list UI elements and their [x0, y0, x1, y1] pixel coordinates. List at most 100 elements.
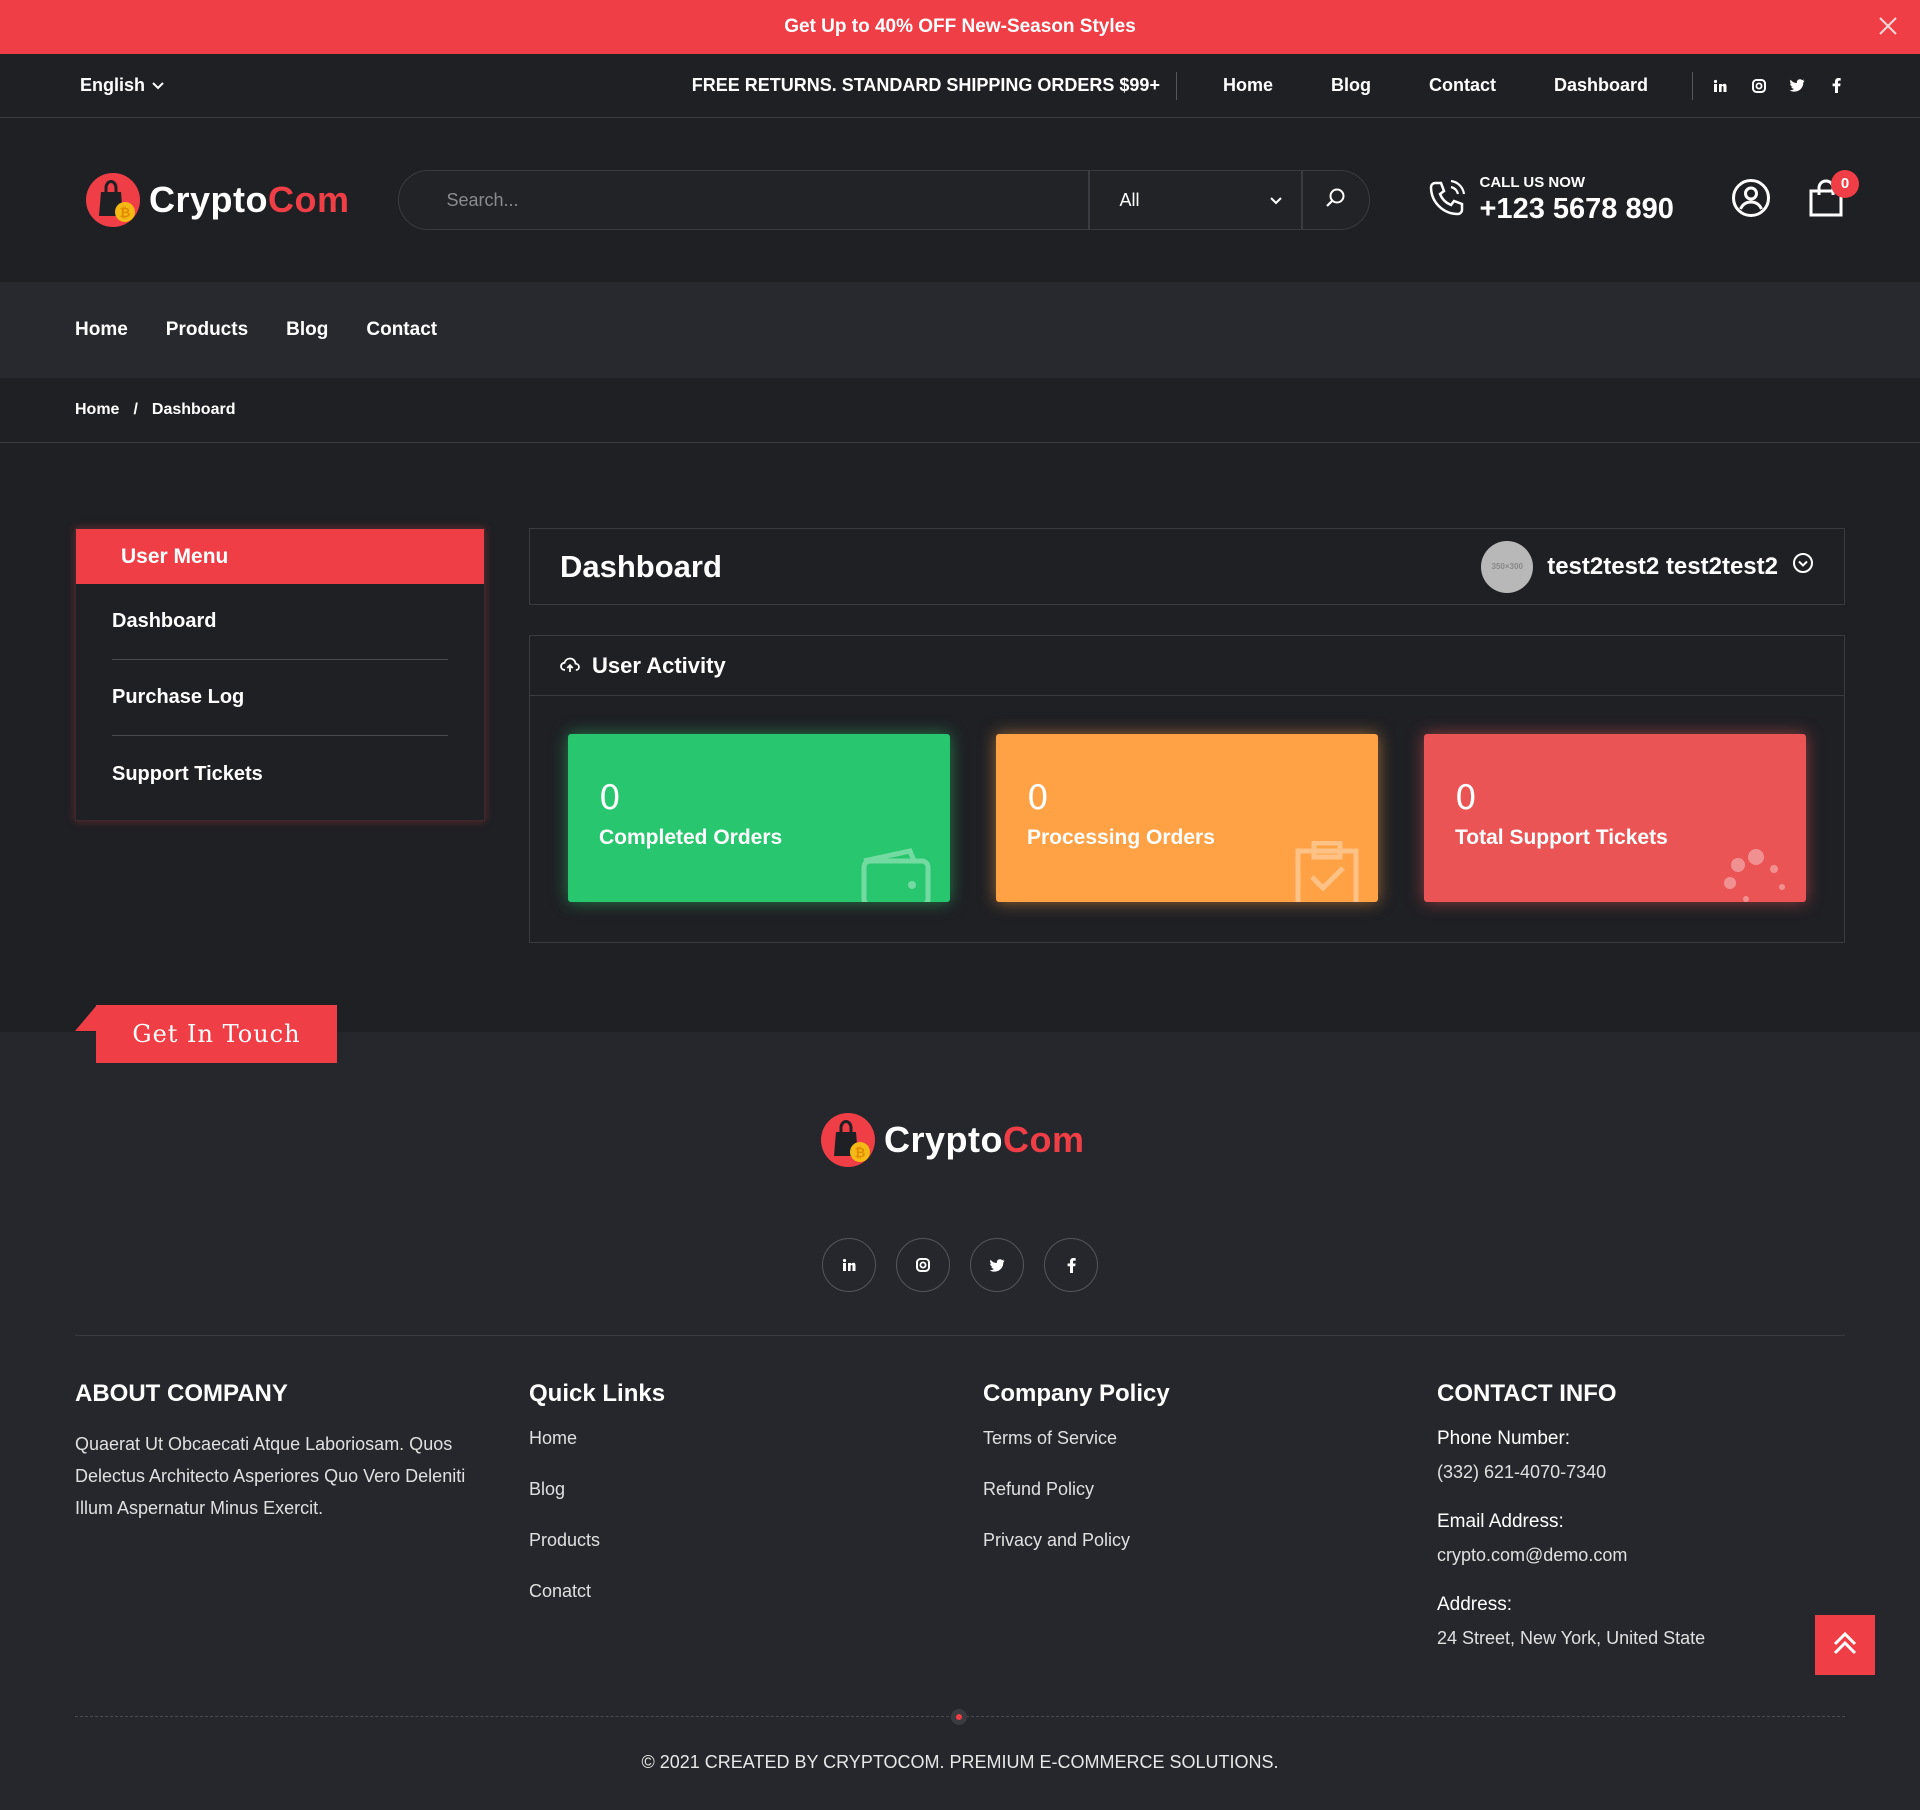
top-nav-dashboard[interactable]: Dashboard	[1554, 75, 1648, 96]
promo-bar: Get Up to 40% OFF New-Season Styles	[0, 0, 1920, 54]
user-profile-dropdown[interactable]: 350×300 test2test2 test2test2	[1481, 540, 1814, 593]
user-activity-header: User Activity	[530, 636, 1844, 696]
contact-info-title: CONTACT INFO	[1437, 1380, 1617, 1407]
footer-logo[interactable]: ₿ CryptoCom	[820, 1112, 1085, 1168]
site-header: ₿ CryptoCom Search... All CALL US NOW +1…	[0, 118, 1920, 282]
main-nav-home[interactable]: Home	[75, 319, 128, 341]
top-nav-blog[interactable]: Blog	[1331, 75, 1371, 96]
search-input[interactable]: Search...	[399, 190, 1088, 211]
cart-count-badge: 0	[1831, 169, 1859, 198]
total-support-tickets-count: 0	[1455, 778, 1477, 818]
footer-logo-text: CryptoCom	[884, 1119, 1085, 1161]
user-menu-purchase-log[interactable]: Purchase Log	[112, 660, 448, 736]
call-us: CALL US NOW +123 5678 890	[1426, 174, 1674, 226]
breadcrumb: Home / Dashboard	[0, 378, 1920, 443]
top-social	[1692, 71, 1845, 100]
chevron-down-circle-icon	[1792, 552, 1814, 581]
cart-button[interactable]: 0	[1807, 169, 1859, 223]
email-label: Email Address:	[1437, 1511, 1564, 1532]
shopping-bag-logo-icon: ₿	[820, 1112, 876, 1168]
shopping-bag-logo-icon: ₿	[85, 172, 141, 228]
page-title: Dashboard	[560, 548, 722, 584]
clipboard-check-icon	[1294, 840, 1360, 902]
user-menu: User Menu Dashboard Purchase Log Support…	[75, 528, 485, 821]
logo-text-main: Crypto	[149, 179, 268, 220]
linkedin-icon[interactable]	[1711, 77, 1728, 94]
language-label: English	[80, 75, 146, 95]
footer-logo-main: Crypto	[884, 1119, 1003, 1160]
stat-cards: 0 Completed Orders 0 Processing Orders 0…	[530, 696, 1844, 902]
linkedin-icon[interactable]	[822, 1238, 876, 1292]
top-nav: Home Blog Contact Dashboard	[1223, 75, 1648, 96]
double-chevron-up-icon	[1831, 1630, 1859, 1661]
twitter-icon[interactable]	[970, 1238, 1024, 1292]
quick-links-title: Quick Links	[529, 1380, 666, 1407]
phone-value[interactable]: (332) 621-4070-7340	[1437, 1462, 1891, 1483]
footer-link-terms[interactable]: Terms of Service	[983, 1428, 1437, 1449]
total-support-tickets-card[interactable]: 0 Total Support Tickets	[1424, 734, 1806, 902]
chevron-down-icon	[1269, 190, 1283, 211]
phone-label: Phone Number:	[1437, 1428, 1571, 1449]
get-in-touch-tab: Get In Touch	[75, 1005, 337, 1063]
facebook-icon[interactable]	[1044, 1238, 1098, 1292]
promo-text[interactable]: Get Up to 40% OFF New-Season Styles	[784, 16, 1136, 38]
user-account-icon[interactable]	[1731, 178, 1771, 223]
category-select[interactable]: All	[1087, 171, 1303, 229]
completed-orders-card[interactable]: 0 Completed Orders	[568, 734, 950, 902]
quick-links-column: Quick Links Home Blog Products Conatct	[529, 1380, 983, 1677]
phone-number[interactable]: +123 5678 890	[1480, 193, 1674, 226]
instagram-icon[interactable]	[896, 1238, 950, 1292]
top-nav-home[interactable]: Home	[1223, 75, 1273, 96]
breadcrumb-current: Dashboard	[151, 401, 236, 418]
about-column: ABOUT COMPANY Quaerat Ut Obcaecati Atque…	[75, 1380, 529, 1677]
instagram-icon[interactable]	[1750, 77, 1767, 94]
footer-link-blog[interactable]: Blog	[529, 1479, 983, 1500]
footer-link-privacy[interactable]: Privacy and Policy	[983, 1530, 1437, 1551]
main-nav-blog[interactable]: Blog	[286, 319, 328, 341]
language-selector[interactable]: English	[80, 75, 165, 96]
user-activity-panel: User Activity 0 Completed Orders 0 Proce…	[529, 635, 1845, 943]
avatar: 350×300	[1481, 540, 1534, 593]
chevron-down-icon	[151, 75, 165, 96]
processing-orders-card[interactable]: 0 Processing Orders	[996, 734, 1378, 902]
call-label: CALL US NOW	[1479, 174, 1586, 191]
wallet-icon	[860, 847, 932, 902]
top-nav-contact[interactable]: Contact	[1429, 75, 1496, 96]
footer-link-products[interactable]: Products	[529, 1530, 983, 1551]
twitter-icon[interactable]	[1789, 77, 1806, 94]
cloud-upload-icon	[560, 653, 580, 679]
processing-orders-count: 0	[1027, 778, 1049, 818]
footer-link-home[interactable]: Home	[529, 1428, 983, 1449]
close-icon[interactable]	[1874, 12, 1902, 40]
about-text: Quaerat Ut Obcaecati Atque Laboriosam. Q…	[75, 1434, 466, 1518]
completed-orders-count: 0	[599, 778, 621, 818]
svg-text:₿: ₿	[120, 206, 131, 221]
scroll-to-top-button[interactable]	[1815, 1615, 1875, 1675]
footer-divider	[75, 1335, 1845, 1336]
company-policy-column: Company Policy Terms of Service Refund P…	[983, 1380, 1437, 1677]
footer-social	[822, 1238, 1098, 1292]
user-menu-title: User Menu	[76, 529, 484, 584]
dashboard-content: User Menu Dashboard Purchase Log Support…	[0, 443, 1920, 1033]
logo-text: CryptoCom	[149, 179, 350, 221]
facebook-icon[interactable]	[1828, 77, 1845, 94]
search-icon	[1325, 187, 1347, 214]
search-button[interactable]	[1303, 171, 1369, 229]
footer-columns: ABOUT COMPANY Quaerat Ut Obcaecati Atque…	[75, 1380, 1891, 1677]
user-menu-dashboard[interactable]: Dashboard	[112, 584, 448, 660]
divider-dot	[951, 1709, 967, 1725]
search-bar: Search... All	[397, 170, 1370, 230]
main-nav-products[interactable]: Products	[166, 319, 248, 341]
user-menu-support-tickets[interactable]: Support Tickets	[112, 736, 448, 812]
footer-link-refund[interactable]: Refund Policy	[983, 1479, 1437, 1500]
category-value: All	[1119, 189, 1140, 210]
logo[interactable]: ₿ CryptoCom	[85, 172, 350, 228]
email-value[interactable]: crypto.com@demo.com	[1437, 1545, 1891, 1566]
breadcrumb-home[interactable]: Home	[75, 401, 119, 419]
main-nav-contact[interactable]: Contact	[366, 319, 437, 341]
about-title: ABOUT COMPANY	[75, 1380, 288, 1407]
main-nav: Home Products Blog Contact	[0, 282, 1920, 378]
user-activity-title: User Activity	[592, 652, 726, 678]
get-in-touch-label: Get In Touch	[96, 1005, 337, 1063]
footer-link-contact[interactable]: Conatct	[529, 1581, 983, 1602]
